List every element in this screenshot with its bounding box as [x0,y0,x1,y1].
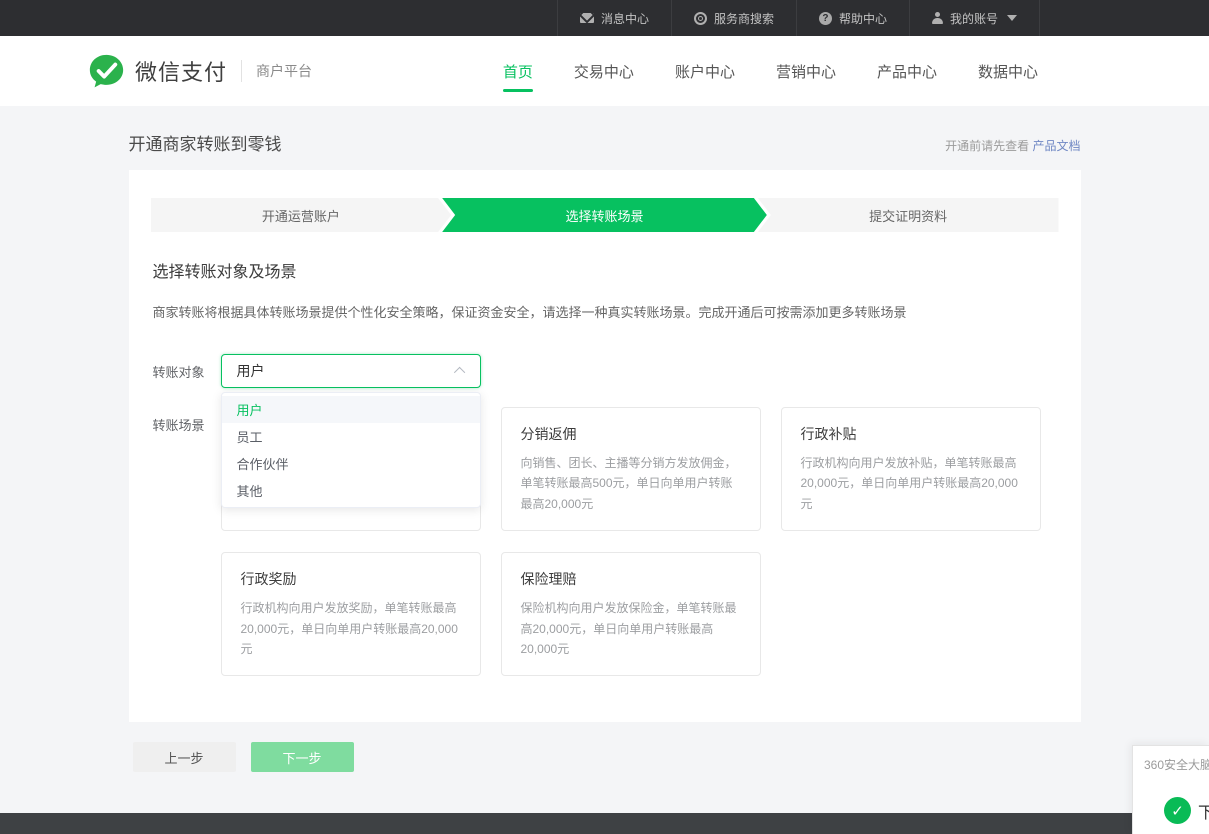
brand-divider [241,60,242,82]
step-open-account: 开通运营账户 [151,198,452,232]
doc-note-text: 开通前请先查看 [945,139,1029,153]
brand-name: 微信支付 [135,55,227,87]
topbar-item-messages[interactable]: 消息中心 [557,0,671,36]
chevron-up-icon [453,367,464,378]
page-title: 开通商家转账到零钱 [129,130,282,155]
mail-icon [580,13,594,23]
header: 微信支付 商户平台 首页 交易中心 账户中心 营销中心 产品中心 数据中心 [0,36,1209,106]
dropdown-option-partner[interactable]: 合作伙伴 [222,450,480,477]
setup-panel: 开通运营账户 选择转账场景 提交证明资料 选择转账对象及场景 商家转账将根据具体… [129,170,1081,722]
transfer-target-select-wrap: 用户 用户 员工 合作伙伴 其他 [221,354,481,388]
scene-title: 行政奖励 [241,569,461,589]
brand[interactable]: 微信支付 [88,53,227,90]
brand-subtitle: 商户平台 [256,61,312,81]
scene-card-commission[interactable]: 分销返佣 向销售、团长、主播等分销方发放佣金，单笔转账最高500元，单日向单用户… [501,407,761,531]
next-step-button[interactable]: 下一步 [251,742,354,772]
scene-card-reward[interactable]: 行政奖励 行政机构向用户发放奖励，单笔转账最高20,000元，单日向单用户转账最… [221,552,481,676]
step-wizard: 开通运营账户 选择转账场景 提交证明资料 [151,198,1059,232]
scene-description: 保险机构向用户发放保险金，单笔转账最高20,000元，单日向单用户转账最高20,… [521,598,741,659]
transfer-scene-label: 转账场景 [153,407,221,676]
check-circle-icon: ✓ [1164,797,1191,824]
scene-card-subsidy[interactable]: 行政补贴 行政机构向用户发放补贴，单笔转账最高20,000元，单日向单用户转账最… [781,407,1041,531]
section-title: 选择转账对象及场景 [153,258,1059,282]
step-choose-scene: 选择转账场景 [442,198,767,232]
nav-item-marketing-center[interactable]: 营销中心 [774,51,838,92]
topbar: 消息中心 服务商搜索 ? 帮助中心 我的账号 [0,0,1209,36]
footer-bar [0,813,1209,834]
chevron-down-icon [1007,15,1017,21]
topbar-item-account[interactable]: 我的账号 [909,0,1040,36]
dropdown-option-other[interactable]: 其他 [222,477,480,504]
topbar-item-label: 帮助中心 [839,10,887,27]
doc-note: 开通前请先查看 产品文档 [945,137,1080,154]
nav-item-transactions[interactable]: 交易中心 [572,51,636,92]
scene-title: 保险理赔 [521,569,741,589]
scene-title: 分销返佣 [521,424,741,444]
dropdown-option-employee[interactable]: 员工 [222,423,480,450]
topbar-item-label: 消息中心 [601,10,649,27]
security-popup[interactable]: 360安全大脑 ✓ 下 [1132,745,1209,834]
topbar-item-provider-search[interactable]: 服务商搜索 [671,0,796,36]
user-icon [932,12,943,24]
main-area: 开通商家转账到零钱 开通前请先查看 产品文档 开通运营账户 选择转账场景 提交证… [0,106,1209,813]
product-doc-link[interactable]: 产品文档 [1032,139,1080,153]
transfer-target-dropdown: 用户 员工 合作伙伴 其他 [221,392,481,508]
nav-item-data-center[interactable]: 数据中心 [976,51,1040,92]
topbar-item-help[interactable]: ? 帮助中心 [796,0,909,36]
security-popup-title: 360安全大脑 [1144,756,1209,773]
nav-item-product-center[interactable]: 产品中心 [875,51,939,92]
topbar-item-label: 服务商搜索 [714,10,774,27]
security-popup-text: 下 [1198,799,1209,823]
scene-description: 行政机构向用户发放补贴，单笔转账最高20,000元，单日向单用户转账最高20,0… [801,453,1021,514]
transfer-target-label: 转账对象 [153,362,221,381]
search-icon [694,12,707,25]
section-description: 商家转账将根据具体转账场景提供个性化安全策略，保证资金安全，请选择一种真实转账场… [153,302,1059,321]
prev-step-button[interactable]: 上一步 [133,742,236,772]
scene-description: 行政机构向用户发放奖励，单笔转账最高20,000元，单日向单用户转账最高20,0… [241,598,461,659]
topbar-item-label: 我的账号 [950,10,998,27]
step-submit-proof: 提交证明资料 [758,198,1059,232]
transfer-target-select[interactable]: 用户 [221,354,481,388]
wechat-pay-logo-icon [88,53,125,90]
main-nav: 首页 交易中心 账户中心 营销中心 产品中心 数据中心 [501,51,1040,92]
help-icon: ? [819,12,832,25]
nav-item-account-center[interactable]: 账户中心 [673,51,737,92]
scene-title: 行政补贴 [801,424,1021,444]
dropdown-option-user[interactable]: 用户 [222,396,480,423]
select-value: 用户 [237,361,265,381]
scene-description: 向销售、团长、主播等分销方发放佣金，单笔转账最高500元，单日向单用户转账最高2… [521,453,741,514]
nav-item-home[interactable]: 首页 [501,51,535,92]
scene-card-insurance[interactable]: 保险理赔 保险机构向用户发放保险金，单笔转账最高20,000元，单日向单用户转账… [501,552,761,676]
